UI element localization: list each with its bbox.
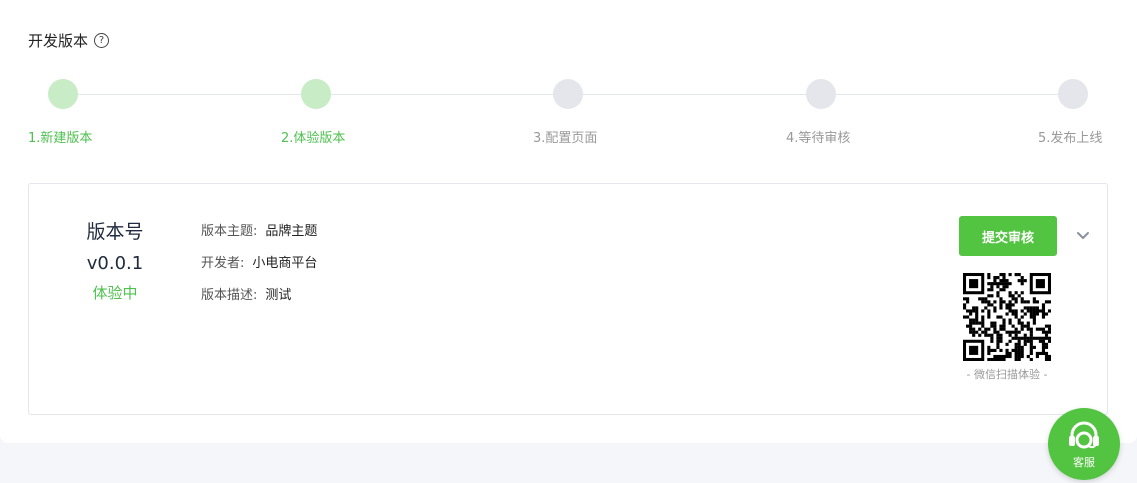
- theme-row: 版本主题: 品牌主题: [201, 216, 317, 248]
- step-4-dot: [806, 79, 836, 109]
- version-summary: 版本号 v0.0.1 体验中: [69, 218, 161, 304]
- qr-caption: - 微信扫描体验 -: [966, 368, 1048, 381]
- step-5-label: 5.发布上线: [1038, 131, 1103, 146]
- step-3-dot: [553, 79, 583, 109]
- version-status: 体验中: [92, 284, 138, 302]
- description-row: 版本描述: 测试: [201, 280, 317, 312]
- step-4-label: 4.等待审核: [786, 131, 851, 146]
- question-circle-icon[interactable]: ?: [94, 33, 110, 48]
- step-2-dot: [301, 79, 331, 109]
- qr-code-image: [963, 273, 1051, 361]
- page-title: 开发版本 ?: [28, 30, 110, 51]
- version-info: 版本主题: 品牌主题 开发者: 小电商平台 版本描述: 测试: [201, 216, 317, 312]
- customer-service-label: 客服: [1073, 456, 1095, 469]
- dev-version-panel: 开发版本 ? 1.新建版本 2.体验版本 3.配置页面 4.等待审核 5.发布上…: [0, 0, 1137, 443]
- version-card: 版本号 v0.0.1 体验中 版本主题: 品牌主题 开发者: 小电商平台 版本描…: [28, 183, 1108, 415]
- theme-label: 版本主题:: [201, 224, 258, 239]
- step-1-label: 1.新建版本: [28, 131, 93, 146]
- version-label: 版本号: [86, 221, 144, 243]
- headset-icon: [1069, 421, 1099, 449]
- description-value: 测试: [265, 288, 292, 303]
- step-1-dot: [48, 79, 78, 109]
- chevron-down-icon[interactable]: [1076, 228, 1090, 242]
- version-number: v0.0.1: [86, 253, 144, 274]
- step-3-label: 3.配置页面: [533, 131, 598, 146]
- developer-label: 开发者:: [201, 256, 245, 271]
- description-label: 版本描述:: [201, 288, 258, 303]
- theme-value: 品牌主题: [265, 224, 318, 239]
- submit-review-button[interactable]: 提交审核: [959, 216, 1057, 256]
- step-5-dot: [1058, 79, 1088, 109]
- developer-value: 小电商平台: [252, 256, 318, 271]
- developer-row: 开发者: 小电商平台: [201, 248, 317, 280]
- step-2-label: 2.体验版本: [281, 131, 346, 146]
- customer-service-button[interactable]: 客服: [1048, 408, 1120, 480]
- page-title-text: 开发版本: [28, 32, 89, 50]
